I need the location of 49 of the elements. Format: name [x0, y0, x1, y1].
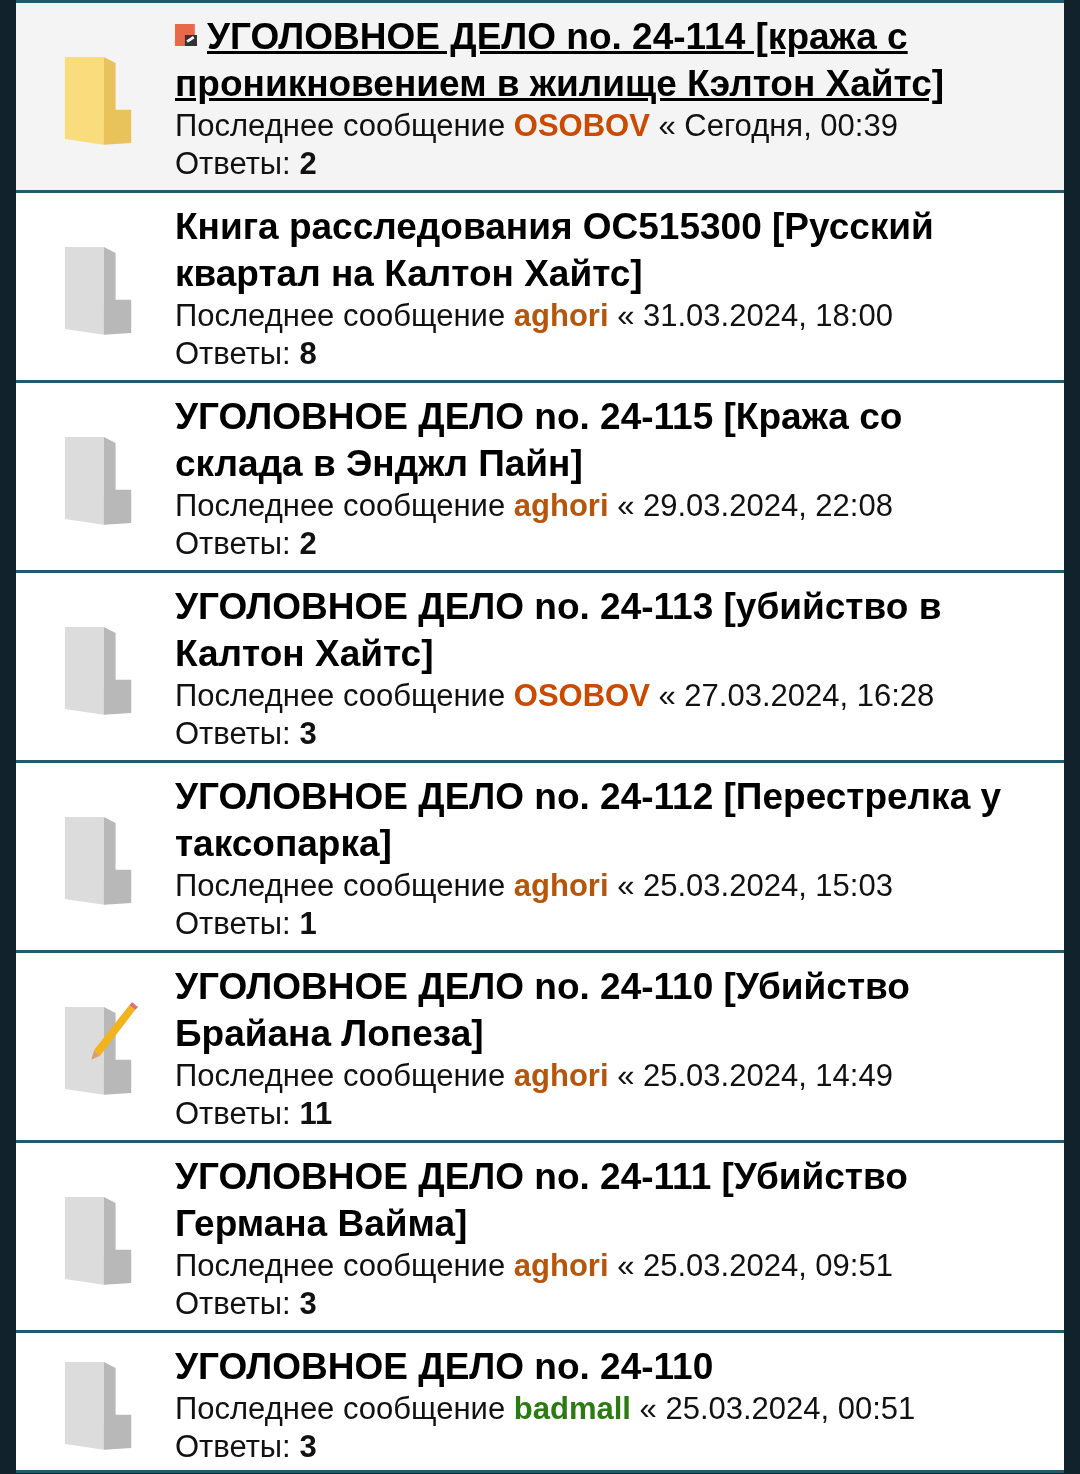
replies-count: 8 [299, 336, 317, 371]
replies-label: Ответы: [175, 1096, 291, 1131]
replies-label: Ответы: [175, 1429, 291, 1464]
topic-title[interactable]: УГОЛОВНОЕ ДЕЛО no. 24-113 [убийство в Калтон Хайтс] [175, 583, 1024, 677]
replies-count: 3 [299, 716, 317, 751]
replies-count: 2 [299, 146, 317, 181]
topic-title[interactable]: УГОЛОВНОЕ ДЕЛО no. 24-115 [Кража со склада в Энджл Пайн] [175, 393, 1024, 487]
last-post-label: Последнее сообщение [175, 1248, 506, 1283]
replies-label: Ответы: [175, 906, 291, 941]
new-post-icon[interactable] [175, 23, 197, 47]
replies-count: 3 [299, 1429, 317, 1464]
post-date: « 25.03.2024, 00:51 [639, 1391, 916, 1426]
replies-count: 3 [299, 1286, 317, 1321]
post-date: « Сегодня, 00:39 [658, 108, 898, 143]
replies-count: 1 [299, 906, 317, 941]
last-post-label: Последнее сообщение [175, 678, 506, 713]
topic-title[interactable]: УГОЛОВНОЕ ДЕЛО no. 24-111 [Убийство Германа Вайма] [175, 1153, 1024, 1247]
author-link[interactable]: OSOBOV [513, 108, 650, 143]
author-link[interactable]: aghori [513, 868, 609, 903]
author-link[interactable]: aghori [513, 1248, 609, 1283]
replies-label: Ответы: [175, 526, 291, 561]
replies-label: Ответы: [175, 336, 291, 371]
last-post-label: Последнее сообщение [175, 1058, 506, 1093]
topic-title[interactable]: УГОЛОВНОЕ ДЕЛО no. 24-112 [Перестрелка у таксопарка] [175, 773, 1024, 867]
last-post-label: Последнее сообщение [175, 488, 506, 523]
post-date: « 25.03.2024, 09:51 [617, 1248, 893, 1283]
topic-title[interactable]: УГОЛОВНОЕ ДЕЛО no. 24-110 [175, 1343, 1024, 1390]
post-date: « 27.03.2024, 16:28 [658, 678, 935, 713]
replies-label: Ответы: [175, 146, 291, 181]
post-date: « 31.03.2024, 18:00 [617, 298, 893, 333]
replies-count: 11 [299, 1096, 333, 1131]
post-date: « 25.03.2024, 14:49 [617, 1058, 893, 1093]
author-link[interactable]: aghori [513, 1058, 609, 1093]
replies-label: Ответы: [175, 716, 291, 751]
post-date: « 25.03.2024, 15:03 [617, 868, 893, 903]
topic-title[interactable]: УГОЛОВНОЕ ДЕЛО no. 24-110 [Убийство Брайана Лопеза] [175, 963, 1024, 1057]
author-link[interactable]: OSOBOV [513, 678, 650, 713]
last-post-label: Последнее сообщение [175, 108, 506, 143]
topic-title[interactable]: УГОЛОВНОЕ ДЕЛО no. 24-114 [кража с проникновением в жилище Кэлтон Хайтс] [175, 13, 1024, 107]
replies-label: Ответы: [175, 1286, 291, 1321]
last-post-label: Последнее сообщение [175, 868, 506, 903]
last-post-label: Последнее сообщение [175, 1391, 506, 1426]
author-link[interactable]: aghori [513, 488, 609, 523]
last-post-label: Последнее сообщение [175, 298, 506, 333]
author-link[interactable]: badmall [513, 1391, 631, 1426]
post-date: « 29.03.2024, 22:08 [617, 488, 893, 523]
replies-count: 2 [299, 526, 317, 561]
author-link[interactable]: aghori [513, 298, 609, 333]
topic-title[interactable]: Книга расследования OC515300 [Русский квартал на Калтон Хайтс] [175, 203, 1024, 297]
